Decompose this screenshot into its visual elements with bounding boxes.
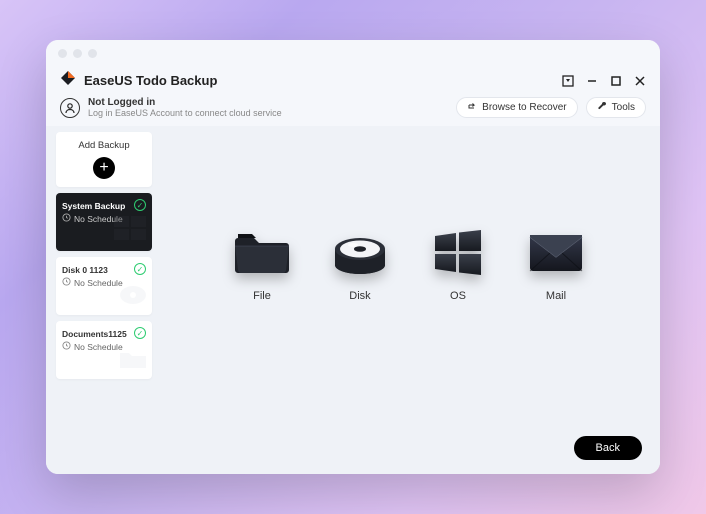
option-os[interactable]: OS [430,224,486,302]
disk-icon [332,224,388,280]
add-backup-label: Add Backup [62,140,146,151]
title-bar: EaseUS Todo Backup [46,66,660,97]
brand-logo-icon [60,70,76,91]
account-area[interactable]: Not Logged in Log in EaseUS Account to c… [60,97,282,118]
mac-traffic-lights [46,40,660,66]
plus-icon: + [93,157,115,179]
account-hint: Log in EaseUS Account to connect cloud s… [88,108,282,118]
add-backup-card[interactable]: Add Backup + [56,132,152,187]
sub-bar: Not Logged in Log in EaseUS Account to c… [46,97,660,126]
user-avatar-icon [60,98,80,118]
task-card-disk[interactable]: Disk 0 1123 No Schedule [56,257,152,315]
dropdown-icon[interactable] [562,75,574,87]
tools-label: Tools [612,102,635,113]
mac-dot [58,49,67,58]
sidebar: Add Backup + System Backup No Schedule [46,132,158,474]
account-status: Not Logged in [88,97,282,108]
status-ok-icon [134,263,146,275]
status-ok-icon [134,327,146,339]
mac-dot [88,49,97,58]
window-controls [562,75,646,87]
option-os-label: OS [450,290,466,302]
close-icon[interactable] [634,75,646,87]
windows-icon [430,224,486,280]
clock-icon [62,277,71,288]
option-disk-label: Disk [349,290,370,302]
option-mail-label: Mail [546,290,566,302]
option-file-label: File [253,290,271,302]
brand: EaseUS Todo Backup [60,70,217,91]
disk-bg-icon [118,284,148,311]
status-ok-icon [134,199,146,211]
mac-dot [73,49,82,58]
task-card-documents[interactable]: Documents1125 No Schedule [56,321,152,379]
tools-button[interactable]: Tools [586,97,646,118]
windows-bg-icon [114,216,148,247]
option-file[interactable]: File [234,224,290,302]
account-text: Not Logged in Log in EaseUS Account to c… [88,97,282,118]
option-disk[interactable]: Disk [332,224,388,302]
back-button[interactable]: Back [574,436,642,460]
sub-actions: Browse to Recover Tools [456,97,646,118]
task-card-system[interactable]: System Backup No Schedule [56,193,152,251]
content-area: Add Backup + System Backup No Schedule [46,126,660,474]
browse-recover-label: Browse to Recover [482,102,566,113]
maximize-icon[interactable] [610,75,622,87]
backup-type-options: File Disk [234,224,584,302]
clock-icon [62,341,71,352]
option-mail[interactable]: Mail [528,224,584,302]
wrench-icon [597,101,607,114]
recover-arrow-icon [467,101,477,114]
app-window: EaseUS Todo Backup Not Logged in Lo [46,40,660,474]
main-panel: File Disk [158,132,660,474]
back-button-label: Back [596,442,620,454]
folder-icon [234,224,290,280]
app-title: EaseUS Todo Backup [84,73,217,88]
browse-recover-button[interactable]: Browse to Recover [456,97,577,118]
mail-icon [528,224,584,280]
minimize-icon[interactable] [586,75,598,87]
folder-bg-icon [118,348,148,375]
clock-icon [62,213,71,224]
